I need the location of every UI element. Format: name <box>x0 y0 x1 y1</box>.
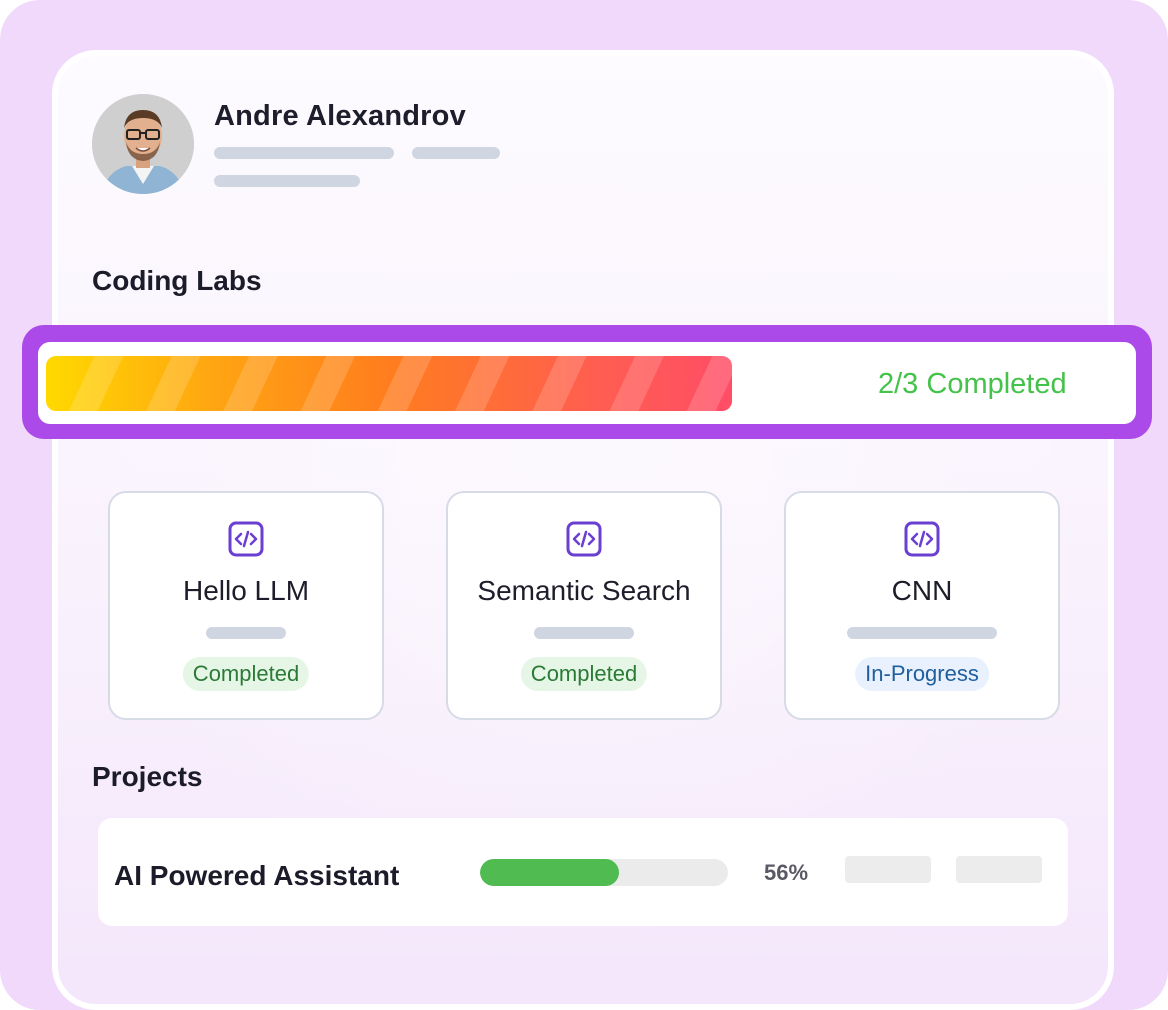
labs-progress-bar <box>46 356 732 411</box>
lab-card-title: CNN <box>891 575 953 606</box>
progress-stripes <box>46 356 732 411</box>
project-progress-percent: 56% <box>764 860 809 885</box>
status-badge: In-Progress <box>855 657 989 691</box>
status-badge: Completed <box>520 657 648 691</box>
profile-name: Andre Alexandrov <box>214 100 466 132</box>
placeholder-box <box>956 856 1042 883</box>
code-icon <box>904 521 940 557</box>
projects-heading: Projects <box>92 761 203 792</box>
placeholder-line <box>214 147 394 159</box>
coding-labs-heading: Coding Labs <box>92 265 262 296</box>
avatar-photo <box>92 94 194 194</box>
lab-card-hello-llm[interactable]: Hello LLM Completed <box>108 491 384 720</box>
avatar[interactable] <box>92 94 194 194</box>
placeholder-line <box>412 147 500 159</box>
lab-card-title: Hello LLM <box>182 575 310 606</box>
lab-card-title: Semantic Search <box>477 575 691 606</box>
project-progress-track <box>480 859 728 886</box>
labs-progress-status: 2/3 Completed <box>878 368 1067 400</box>
placeholder-line <box>534 627 634 639</box>
placeholder-line <box>206 627 286 639</box>
status-badge: Completed <box>182 657 310 691</box>
code-icon <box>566 521 602 557</box>
placeholder-box <box>845 856 931 883</box>
placeholder-line <box>214 175 360 187</box>
placeholder-line <box>847 627 997 639</box>
project-progress-fill <box>480 859 619 886</box>
project-row[interactable]: AI Powered Assistant 56% <box>98 818 1068 926</box>
project-name: AI Powered Assistant <box>114 860 400 891</box>
lab-card-cnn[interactable]: CNN In-Progress <box>784 491 1060 720</box>
lab-card-semantic-search[interactable]: Semantic Search Completed <box>446 491 722 720</box>
code-icon <box>228 521 264 557</box>
